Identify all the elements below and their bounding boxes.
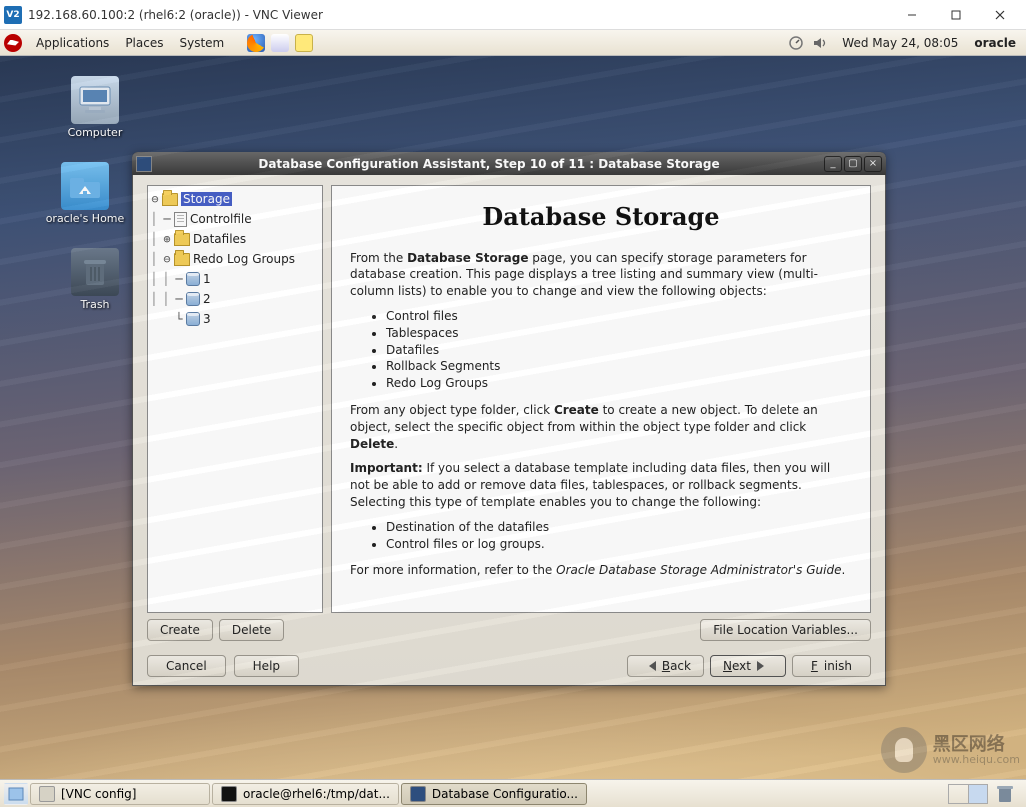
- next-arrow-icon: [757, 661, 773, 671]
- tree-node-redo-2[interactable]: ││─ 2: [148, 289, 322, 309]
- dbca-titlebar[interactable]: Database Configuration Assistant, Step 1…: [132, 152, 886, 175]
- intro-paragraph: From the Database Storage page, you can …: [350, 250, 852, 300]
- task-icon: [410, 786, 426, 802]
- close-button[interactable]: [978, 1, 1022, 29]
- task-vnc-config[interactable]: [VNC config]: [30, 783, 210, 805]
- clock[interactable]: Wed May 24, 08:05: [842, 36, 958, 50]
- delete-button[interactable]: Delete: [219, 619, 284, 641]
- cpu-frequency-icon[interactable]: [787, 35, 805, 51]
- watermark: 黑区网络 www.heiqu.com: [881, 727, 1020, 773]
- desktop-icon-label: Computer: [68, 126, 123, 139]
- desktop-icon-label: Trash: [80, 298, 109, 311]
- desktop: Computer oracle's Home Trash Database Co…: [0, 56, 1026, 779]
- storage-content: Database Storage From the Database Stora…: [331, 185, 871, 613]
- user-menu[interactable]: oracle: [974, 36, 1016, 50]
- dbca-app-icon: [136, 156, 152, 172]
- vnc-window-title: 192.168.60.100:2 (rhel6:2 (oracle)) - VN…: [28, 8, 890, 22]
- back-button[interactable]: Back: [627, 655, 704, 677]
- tree-label: 1: [203, 272, 211, 286]
- dbca-title: Database Configuration Assistant, Step 1…: [156, 157, 822, 171]
- task-label: oracle@rhel6:/tmp/dat...: [243, 787, 390, 801]
- tree-node-datafiles[interactable]: │⊕ Datafiles: [148, 229, 322, 249]
- tree-label: 2: [203, 292, 211, 306]
- maximize-button[interactable]: [934, 1, 978, 29]
- window-minimize-button[interactable]: _: [824, 156, 842, 172]
- tree-node-storage[interactable]: ⊖ Storage: [148, 189, 322, 209]
- watermark-logo-icon: [881, 727, 927, 773]
- help-button[interactable]: Help: [234, 655, 299, 677]
- dbca-window: Database Configuration Assistant, Step 1…: [132, 152, 886, 686]
- next-button[interactable]: Next: [710, 655, 786, 677]
- desktop-icon-computer[interactable]: Computer: [50, 76, 140, 139]
- tree-label: Redo Log Groups: [193, 252, 295, 266]
- workspace-switcher[interactable]: [948, 784, 988, 804]
- vnc-window-titlebar: V2 192.168.60.100:2 (rhel6:2 (oracle)) -…: [0, 0, 1026, 30]
- tree-node-redo-log-groups[interactable]: │⊖ Redo Log Groups: [148, 249, 322, 269]
- more-info-paragraph: For more information, refer to the Oracl…: [350, 562, 852, 579]
- file-location-variables-button[interactable]: File Location Variables...: [700, 619, 871, 641]
- notes-launcher-icon[interactable]: [295, 34, 313, 52]
- vnc-viewer-icon: V2: [4, 6, 22, 24]
- objects-list: Control files Tablespaces Datafiles Roll…: [386, 308, 852, 392]
- watermark-brand: 黑区网络: [933, 734, 1005, 755]
- finish-button[interactable]: Finish: [792, 655, 871, 677]
- tree-label: Controlfile: [190, 212, 252, 226]
- volume-icon[interactable]: [811, 35, 829, 51]
- watermark-url: www.heiqu.com: [933, 754, 1020, 765]
- desktop-icon-label: oracle's Home: [46, 212, 125, 225]
- gnome-bottom-panel: [VNC config] oracle@rhel6:/tmp/dat... Da…: [0, 779, 1026, 807]
- minimize-button[interactable]: [890, 1, 934, 29]
- task-label: [VNC config]: [61, 787, 136, 801]
- task-terminal[interactable]: oracle@rhel6:/tmp/dat...: [212, 783, 399, 805]
- window-close-button[interactable]: ×: [864, 156, 882, 172]
- desktop-icon-home[interactable]: oracle's Home: [40, 162, 130, 225]
- menu-system[interactable]: System: [171, 32, 232, 54]
- trash-applet-icon[interactable]: [996, 784, 1016, 804]
- window-maximize-button[interactable]: ▢: [844, 156, 862, 172]
- desktop-icon-trash[interactable]: Trash: [50, 248, 140, 311]
- template-list: Destination of the datafiles Control fil…: [386, 519, 852, 553]
- tree-node-redo-1[interactable]: ││─ 1: [148, 269, 322, 289]
- create-button[interactable]: Create: [147, 619, 213, 641]
- important-paragraph: Important: If you select a database temp…: [350, 460, 852, 510]
- task-label: Database Configuratio...: [432, 787, 578, 801]
- tree-node-controlfile[interactable]: │─ Controlfile: [148, 209, 322, 229]
- terminal-icon: [221, 786, 237, 802]
- tree-label: Storage: [181, 192, 232, 206]
- task-icon: [39, 786, 55, 802]
- file-browser-launcher-icon[interactable]: [271, 34, 289, 52]
- tree-label: 3: [203, 312, 211, 326]
- tree-label: Datafiles: [193, 232, 246, 246]
- create-delete-paragraph: From any object type folder, click Creat…: [350, 402, 852, 452]
- gnome-top-panel: Applications Places System Wed May 24, 0…: [0, 30, 1026, 56]
- tree-node-redo-3[interactable]: └ 3: [148, 309, 322, 329]
- menu-places[interactable]: Places: [117, 32, 171, 54]
- storage-tree[interactable]: ⊖ Storage │─ Controlfile │⊕ Datafiles │⊖…: [147, 185, 323, 613]
- task-dbca[interactable]: Database Configuratio...: [401, 783, 587, 805]
- cancel-button[interactable]: Cancel: [147, 655, 226, 677]
- show-desktop-button[interactable]: [4, 783, 28, 805]
- menu-applications[interactable]: Applications: [28, 32, 117, 54]
- page-heading: Database Storage: [350, 200, 852, 234]
- firefox-launcher-icon[interactable]: [247, 34, 265, 52]
- redhat-logo-icon: [4, 34, 22, 52]
- back-arrow-icon: [640, 661, 656, 671]
